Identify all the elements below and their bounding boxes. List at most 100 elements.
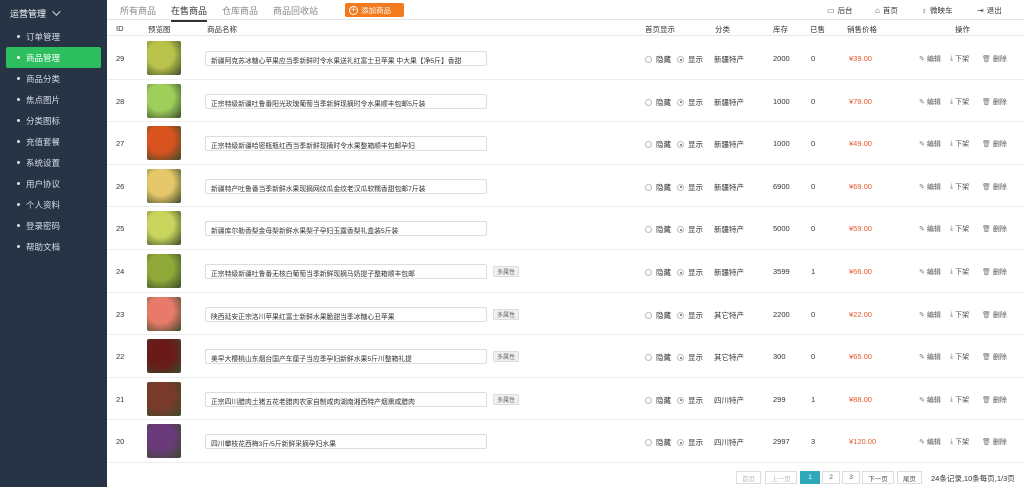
delete-button[interactable]: 🗑 删除 [982,437,1007,447]
offshelf-button[interactable]: ⤓ 下架 [950,97,969,107]
edit-button[interactable]: ✎ 编辑 [919,352,941,362]
product-thumbnail[interactable] [147,339,181,374]
product-thumbnail[interactable] [147,381,181,416]
page-2-button[interactable]: 2 [822,471,840,484]
edit-button[interactable]: ✎ 编辑 [919,267,941,277]
offshelf-button[interactable]: ⤓ 下架 [950,310,969,320]
tab-all-products[interactable]: 所有商品 [120,4,156,17]
offshelf-button[interactable]: ⤓ 下架 [950,267,969,277]
product-name-input[interactable]: 正宗特级新疆吐鲁番阳光玫瑰葡萄当季新鲜现摘时令水果顺丰包邮5斤装 [205,93,487,109]
product-thumbnail[interactable] [147,424,181,459]
hide-radio[interactable]: 隐藏 [645,267,671,278]
delete-button[interactable]: 🗑 删除 [982,395,1007,405]
offshelf-button[interactable]: ⤓ 下架 [950,437,969,447]
logout-link[interactable]: ⇥ 退出 [977,5,1002,16]
delete-button[interactable]: 🗑 删除 [982,310,1007,320]
product-thumbnail[interactable] [147,83,181,118]
multi-attribute-button[interactable]: 多属性 [493,308,519,320]
delete-button[interactable]: 🗑 删除 [982,54,1007,64]
sidebar-heading[interactable]: 运营管理 [0,0,107,26]
hide-radio[interactable]: 隐藏 [645,54,671,65]
shop-link[interactable]: ♁ 微映车 [921,5,953,16]
show-radio[interactable]: 显示 [677,267,703,278]
sidebar-item[interactable]: 系统设置 [0,152,107,173]
last-page-button[interactable]: 尾页 [897,471,922,484]
next-page-button[interactable]: 下一页 [862,471,894,484]
hide-radio[interactable]: 隐藏 [645,395,671,406]
delete-button[interactable]: 🗑 删除 [982,97,1007,107]
admin-link[interactable]: ▭ 后台 [827,5,853,16]
hide-radio[interactable]: 隐藏 [645,139,671,150]
offshelf-button[interactable]: ⤓ 下架 [950,395,969,405]
show-radio[interactable]: 显示 [677,54,703,65]
show-radio[interactable]: 显示 [677,437,703,448]
hide-radio[interactable]: 隐藏 [645,182,671,193]
hide-radio[interactable]: 隐藏 [645,310,671,321]
edit-button[interactable]: ✎ 编辑 [919,310,941,320]
sidebar-item[interactable]: 分类图标 [0,110,107,131]
sidebar-item[interactable]: 商品分类 [0,68,107,89]
add-product-button[interactable]: + 添加商品 [345,3,404,17]
prev-page-button[interactable]: 上一页 [765,471,797,484]
sidebar-item[interactable]: 焦点图片 [0,89,107,110]
product-name-input[interactable]: 陕西延安正宗洛川苹果红富士新鲜水果脆甜当季冰糖心丑苹果 [205,306,487,322]
edit-button[interactable]: ✎ 编辑 [919,97,941,107]
product-name-input[interactable]: 新疆阿克苏冰糖心苹果应当季新鲜时令水果送礼红富士丑苹果 中大果【净5斤】香甜 [205,51,487,66]
edit-button[interactable]: ✎ 编辑 [919,54,941,64]
page-1-button[interactable]: 1 [800,471,820,484]
hide-radio[interactable]: 隐藏 [645,352,671,363]
delete-button[interactable]: 🗑 删除 [982,182,1007,192]
show-radio[interactable]: 显示 [677,310,703,321]
product-thumbnail[interactable] [147,211,181,246]
sidebar-item[interactable]: 登录密码 [0,215,107,236]
home-link[interactable]: ⌂ 首页 [875,5,898,16]
edit-button[interactable]: ✎ 编辑 [919,182,941,192]
show-radio[interactable]: 显示 [677,224,703,235]
multi-attribute-button[interactable]: 多属性 [493,393,519,405]
product-thumbnail[interactable] [147,254,181,288]
product-thumbnail[interactable] [147,126,181,161]
product-name-input[interactable]: 新疆库尔勒香梨金母梨新鲜水果梨子孕妇玉露香梨礼盒装5斤装 [205,221,487,237]
product-name-input[interactable]: 正宗特级新疆哈密瓶瓶红西当季新鲜现摘时令水果整箱顺丰包邮孕妇 [205,136,487,152]
show-radio[interactable]: 显示 [677,352,703,363]
product-name-input[interactable]: 新疆特产吐鲁番当季新鲜水果现摘网纹瓜金纹老汉瓜软糯香甜包邮7斤装 [205,178,487,194]
sidebar-item[interactable]: 商品管理 [6,47,101,68]
offshelf-button[interactable]: ⤓ 下架 [950,224,969,234]
tab-warehouse[interactable]: 仓库商品 [222,4,258,17]
show-radio[interactable]: 显示 [677,182,703,193]
sidebar-item[interactable]: 用户协议 [0,173,107,194]
offshelf-button[interactable]: ⤓ 下架 [950,54,969,64]
tab-on-sale[interactable]: 在售商品 [171,4,208,22]
delete-button[interactable]: 🗑 删除 [982,139,1007,149]
tab-recycle-bin[interactable]: 商品回收站 [273,4,318,17]
show-radio[interactable]: 显示 [677,395,703,406]
multi-attribute-button[interactable]: 多属性 [493,266,519,277]
hide-radio[interactable]: 隐藏 [645,437,671,448]
page-3-button[interactable]: 3 [842,471,860,484]
product-name-input[interactable]: 正宗特级新疆吐鲁番无核白葡萄当季新鲜现摘马奶提子整箱顺丰包邮 [205,264,487,279]
sidebar-item[interactable]: 帮助文档 [0,236,107,257]
show-radio[interactable]: 显示 [677,97,703,108]
hide-radio[interactable]: 隐藏 [645,224,671,235]
edit-button[interactable]: ✎ 编辑 [919,437,941,447]
product-name-input[interactable]: 美早大樱桃山东烟台国产车厘子当应季孕妇新鲜水果5斤川整箱礼提 [205,349,487,365]
edit-button[interactable]: ✎ 编辑 [919,395,941,405]
offshelf-button[interactable]: ⤓ 下架 [950,139,969,149]
delete-button[interactable]: 🗑 删除 [982,224,1007,234]
offshelf-button[interactable]: ⤓ 下架 [950,352,969,362]
first-page-button[interactable]: 首页 [736,471,761,484]
product-name-input[interactable]: 四川攀枝花西梅3斤/5斤新鲜采摘孕妇水果 [205,434,487,450]
offshelf-button[interactable]: ⤓ 下架 [950,182,969,192]
delete-button[interactable]: 🗑 删除 [982,352,1007,362]
sidebar-item[interactable]: 充值套餐 [0,131,107,152]
show-radio[interactable]: 显示 [677,139,703,150]
product-thumbnail[interactable] [147,296,181,331]
edit-button[interactable]: ✎ 编辑 [919,224,941,234]
hide-radio[interactable]: 隐藏 [645,97,671,108]
edit-button[interactable]: ✎ 编辑 [919,139,941,149]
delete-button[interactable]: 🗑 删除 [982,267,1007,277]
product-name-input[interactable]: 正宗四川腊肉土猪五花老腊肉农家自制咸肉湖南湘西特产烟熏咸腊肉 [205,391,487,407]
sidebar-item[interactable]: 个人资料 [0,194,107,215]
sidebar-item[interactable]: 订单管理 [0,26,107,47]
product-thumbnail[interactable] [147,168,181,203]
